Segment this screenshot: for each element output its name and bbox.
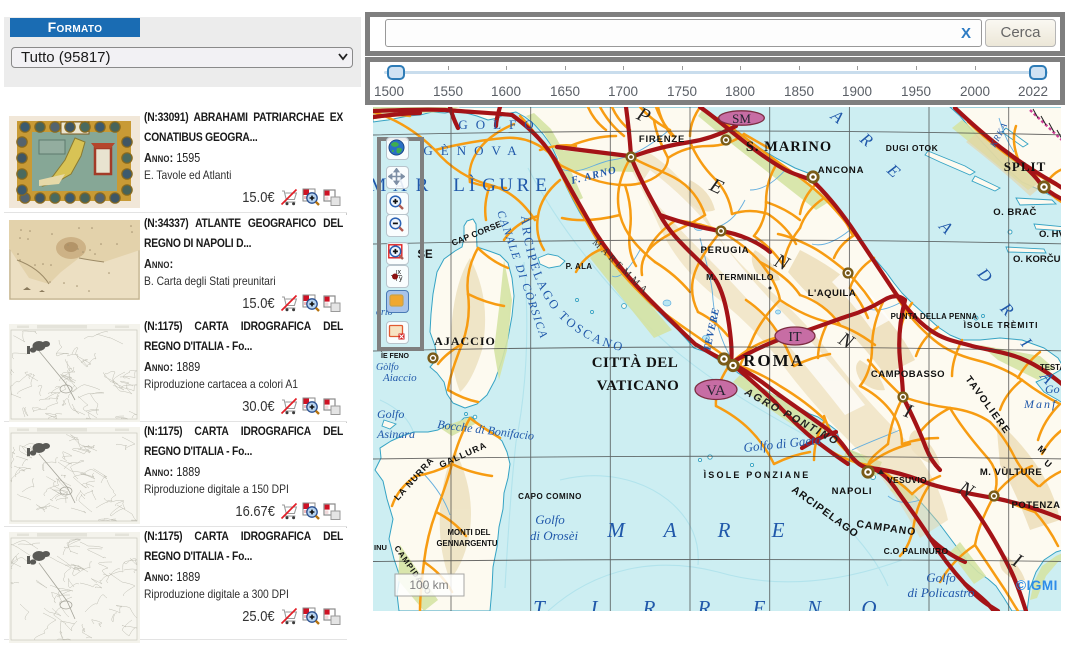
svg-text:ÌE FENO: ÌE FENO: [380, 351, 410, 360]
svg-text:M. TERMINILLO: M. TERMINILLO: [706, 272, 774, 282]
svg-text:O. KORČUL: O. KORČUL: [1013, 253, 1061, 265]
svg-text:L'AQUILA: L'AQUILA: [808, 288, 856, 299]
svg-text:y: y: [399, 276, 403, 283]
svg-text:R: R: [642, 596, 656, 611]
svg-text:A: A: [662, 518, 677, 542]
svg-text:TESTA D: TESTA D: [1040, 363, 1061, 372]
svg-text:©IGMI: ©IGMI: [1016, 578, 1058, 593]
svg-text:AJACCIO: AJACCIO: [434, 334, 496, 348]
svg-text:NAPOLI: NAPOLI: [832, 486, 873, 497]
svg-text:R: R: [717, 518, 731, 542]
svg-text:Go: Go: [1045, 382, 1060, 396]
svg-text:ROMA: ROMA: [743, 351, 805, 370]
svg-text:MONTI DEL: MONTI DEL: [448, 528, 491, 537]
svg-text:I: I: [590, 596, 599, 611]
svg-text:CITTÀ DEL: CITTÀ DEL: [592, 354, 679, 371]
svg-text:PUNTA DELLA PENNA: PUNTA DELLA PENNA: [891, 312, 978, 321]
svg-text:R: R: [697, 596, 711, 611]
svg-text:PERUGIA: PERUGIA: [701, 245, 750, 256]
svg-text:CAMPOBASSO: CAMPOBASSO: [871, 369, 945, 380]
svg-text:Manf: Manf: [1023, 397, 1057, 411]
svg-text:O. BRAČ: O. BRAČ: [993, 206, 1037, 218]
svg-text:di Orosèi: di Orosèi: [530, 528, 579, 543]
svg-text:ANCONA: ANCONA: [818, 165, 865, 176]
svg-text:U: U: [499, 175, 513, 196]
svg-text:ÌSOLE PONZIANE: ÌSOLE PONZIANE: [703, 470, 811, 480]
svg-text:R: R: [517, 175, 530, 196]
svg-text:DUGI OTOK: DUGI OTOK: [886, 143, 939, 153]
svg-text:CAPO COMINO: CAPO COMINO: [518, 492, 582, 501]
svg-text:M: M: [606, 518, 626, 542]
svg-text:IT: IT: [788, 330, 802, 345]
svg-text:O: O: [861, 596, 876, 611]
svg-text:ÌSOLE TRÈMITI: ÌSOLE TRÈMITI: [963, 320, 1039, 330]
svg-text:E: E: [752, 596, 766, 611]
svg-text:VA: VA: [706, 383, 726, 399]
svg-text:INU: INU: [374, 543, 387, 552]
svg-text:E: E: [771, 518, 785, 542]
svg-text:SPLIT: SPLIT: [1004, 159, 1047, 174]
svg-text:GOLFO: GOLFO: [458, 117, 541, 132]
svg-text:Asinara: Asinara: [376, 427, 415, 441]
svg-text:S. MARINO: S. MARINO: [746, 139, 832, 155]
svg-text:Golfo: Golfo: [926, 570, 956, 585]
svg-text:G: G: [482, 175, 496, 196]
svg-text:GENNARGENTU: GENNARGENTU: [436, 539, 497, 548]
svg-text:100 km: 100 km: [409, 578, 448, 592]
svg-text:O. HV: O. HV: [1039, 229, 1061, 240]
svg-text:FIRENZE: FIRENZE: [639, 134, 685, 145]
svg-text:GÈNOVA: GÈNOVA: [423, 143, 524, 158]
svg-text:L: L: [453, 175, 465, 196]
svg-text:Golfo: Golfo: [535, 512, 565, 527]
svg-text:POTENZA: POTENZA: [1012, 500, 1061, 511]
svg-text:di Policastro: di Policastro: [907, 585, 975, 600]
svg-text:Ì: Ì: [469, 174, 475, 196]
svg-text:E: E: [535, 175, 547, 196]
svg-text:T: T: [533, 596, 546, 611]
svg-text:N: N: [806, 596, 822, 611]
svg-text:P. ALA: P. ALA: [566, 262, 593, 271]
svg-text:Golfo: Golfo: [377, 407, 404, 421]
svg-text:VESUVIO: VESUVIO: [887, 475, 927, 485]
svg-text:M. VÙLTURE: M. VÙLTURE: [980, 466, 1042, 478]
svg-text:VATICANO: VATICANO: [597, 378, 680, 394]
svg-text:SM: SM: [732, 111, 751, 126]
svg-text:Aiaccio: Aiaccio: [382, 372, 417, 384]
svg-text:C.O PALINURO: C.O PALINURO: [884, 546, 949, 556]
